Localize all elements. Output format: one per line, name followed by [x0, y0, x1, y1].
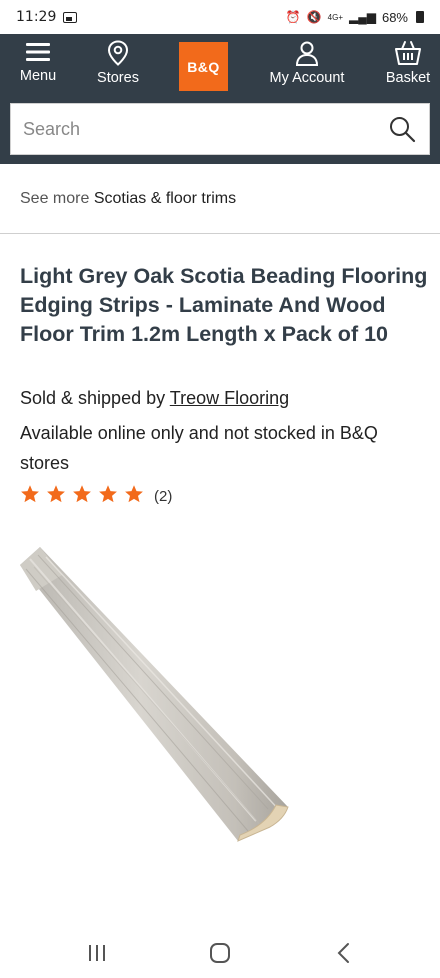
- back-icon[interactable]: [329, 938, 359, 968]
- recent-apps-icon[interactable]: [82, 938, 112, 968]
- home-icon[interactable]: [205, 938, 235, 968]
- sold-by: Sold & shipped by Treow Flooring: [20, 388, 289, 409]
- signal-icon: ▂▄▆: [349, 10, 376, 24]
- basket-button[interactable]: Basket: [380, 40, 436, 86]
- product-rating[interactable]: (2): [20, 484, 172, 509]
- network-type: 4G+: [327, 12, 343, 22]
- see-more-prefix: See more: [20, 190, 94, 207]
- product-title: Light Grey Oak Scotia Beading Flooring E…: [20, 264, 428, 346]
- search-input[interactable]: [23, 118, 387, 140]
- sold-by-prefix: Sold & shipped by: [20, 388, 170, 408]
- basket-label: Basket: [385, 70, 431, 86]
- mute-icon: 🔇: [306, 10, 322, 24]
- see-more-breadcrumb: See more Scotias & floor trims: [20, 190, 236, 208]
- android-nav-bar: [0, 928, 440, 978]
- star-icon: [99, 485, 117, 503]
- availability-note: Available online only and not stocked in…: [20, 423, 378, 473]
- search-icon[interactable]: [387, 114, 417, 144]
- star-icon: [21, 485, 39, 503]
- alarm-icon: ⏰: [285, 10, 301, 24]
- star-icon: [47, 485, 65, 503]
- search-bar: [10, 103, 430, 155]
- bq-logo[interactable]: B&Q: [179, 42, 228, 91]
- status-time: 11:29: [16, 9, 57, 25]
- top-nav: Menu Stores B&Q My Account Basket: [0, 34, 440, 98]
- rating-stars: [20, 484, 150, 509]
- site-header: Menu Stores B&Q My Account Basket: [0, 34, 440, 164]
- location-pin-icon: [107, 40, 129, 66]
- stores-label: Stores: [97, 70, 139, 86]
- status-bar: 11:29 ⏰ 🔇 4G+ ▂▄▆ 68%: [0, 0, 440, 34]
- menu-label: Menu: [19, 68, 57, 84]
- person-icon: [295, 41, 319, 66]
- basket-icon: [395, 41, 421, 65]
- star-icon: [73, 485, 91, 503]
- star-icon: [125, 485, 143, 503]
- my-account-button[interactable]: My Account: [262, 40, 352, 86]
- stores-button[interactable]: Stores: [88, 40, 148, 86]
- battery-level: 68%: [381, 9, 408, 25]
- category-link[interactable]: Scotias & floor trims: [94, 190, 236, 207]
- my-account-label: My Account: [269, 70, 345, 86]
- gallery-notification-icon: [63, 11, 78, 23]
- divider: [0, 233, 440, 234]
- menu-button[interactable]: Menu: [14, 40, 62, 84]
- seller-link[interactable]: Treow Flooring: [170, 388, 289, 408]
- review-count[interactable]: (2): [154, 488, 172, 505]
- status-icons: ⏰ 🔇 4G+ ▂▄▆ 68%: [286, 10, 424, 25]
- hamburger-icon: [26, 43, 50, 61]
- product-image[interactable]: [18, 545, 298, 860]
- battery-icon: [416, 11, 424, 23]
